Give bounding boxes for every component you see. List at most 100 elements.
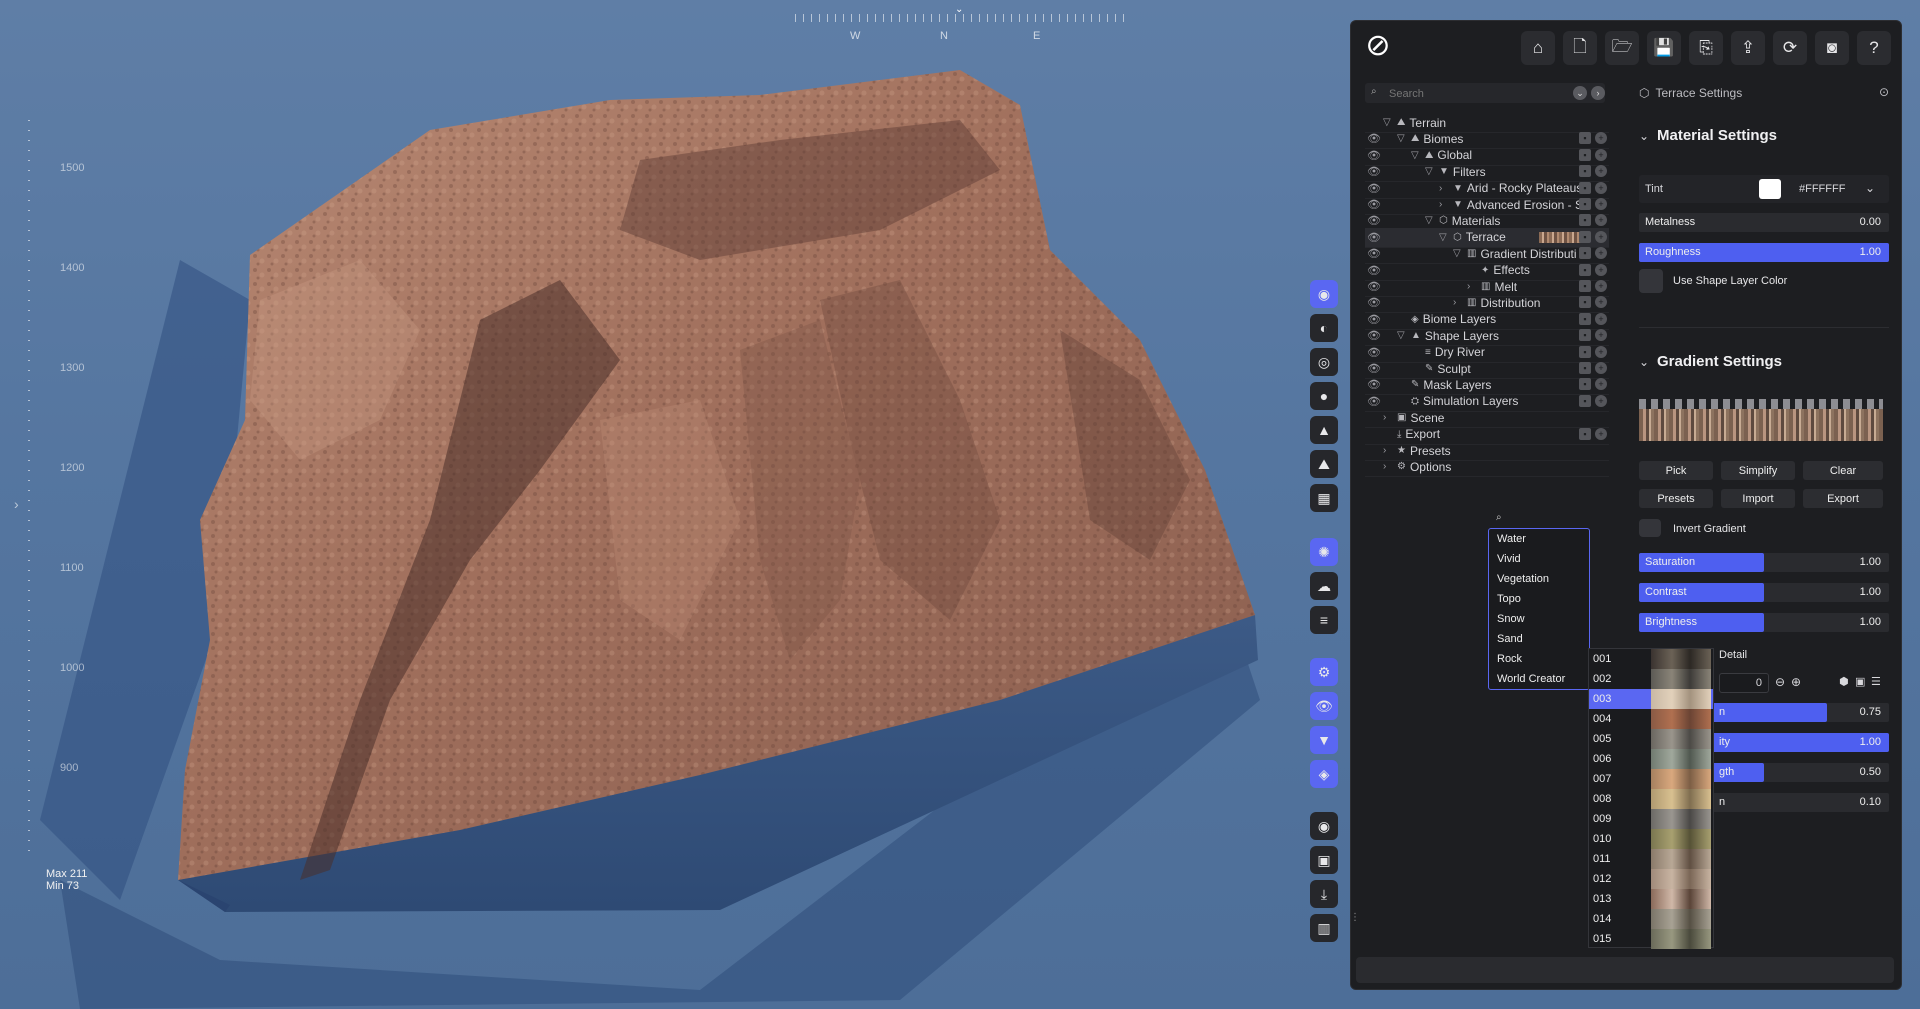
new-file-icon[interactable]: 🗋 [1563, 31, 1597, 65]
eye-icon[interactable]: 👁 [1365, 165, 1383, 178]
metalness-slider[interactable]: Metalness 0.00 [1639, 213, 1889, 232]
swatch-option[interactable]: 007 [1589, 769, 1713, 789]
preset-option[interactable]: Rock [1497, 653, 1522, 665]
folder-icon[interactable]: ▪ [1579, 280, 1591, 292]
add-icon[interactable]: + [1595, 230, 1607, 243]
roughness-slider[interactable]: Roughness 1.00 [1639, 243, 1889, 262]
weather-tool-icon[interactable]: ☁ [1310, 572, 1338, 600]
swatch-option[interactable]: 003 [1589, 689, 1713, 709]
next-icon[interactable]: › [1591, 86, 1605, 100]
swatch-option[interactable]: 009 [1589, 809, 1713, 829]
sync-icon[interactable]: ⟳ [1773, 31, 1807, 65]
swatch-option[interactable]: 012 [1589, 869, 1713, 889]
swatch-option[interactable]: 013 [1589, 889, 1713, 909]
mountain-tool-icon[interactable]: ▲ [1310, 416, 1338, 444]
help-icon[interactable]: ? [1857, 31, 1891, 65]
eye-icon[interactable]: 👁 [1365, 362, 1383, 375]
terrain-tool-icon[interactable]: ◉ [1310, 280, 1338, 308]
simplify-button[interactable]: Simplify [1721, 461, 1795, 480]
resize-grip-icon[interactable]: ⋮ [1350, 912, 1360, 932]
swatch-option[interactable]: 006 [1589, 749, 1713, 769]
preset-option[interactable]: Vivid [1497, 553, 1521, 565]
swatch-option[interactable]: 001 [1589, 649, 1713, 669]
eye-icon[interactable]: 👁 [1365, 231, 1383, 244]
add-icon[interactable]: + [1595, 362, 1607, 374]
saturation-slider[interactable]: Saturation 1.00 [1639, 553, 1889, 572]
expand-caret-icon[interactable]: › [1383, 461, 1397, 472]
expand-caret-icon[interactable]: ▽ [1425, 215, 1439, 226]
preset-option[interactable]: Topo [1497, 593, 1521, 605]
expand-caret-icon[interactable]: › [1453, 297, 1467, 308]
folder-icon[interactable]: ▪ [1579, 394, 1591, 407]
add-icon[interactable]: + [1595, 247, 1607, 260]
home-icon[interactable]: ⌂ [1521, 31, 1555, 65]
expand-caret-icon[interactable]: ▽ [1397, 133, 1411, 144]
add-icon[interactable]: + [1595, 181, 1607, 194]
detail-input[interactable]: 0 [1719, 673, 1769, 693]
open-folder-icon[interactable]: 🗁 [1605, 31, 1639, 65]
clear-button[interactable]: Clear [1803, 461, 1883, 480]
save-small-icon[interactable]: ▣ [1855, 675, 1865, 688]
folder-icon[interactable]: ▪ [1579, 312, 1591, 325]
add-icon[interactable]: + [1595, 148, 1607, 161]
add-icon[interactable]: + [1595, 165, 1607, 178]
expand-caret-icon[interactable]: ▽ [1453, 248, 1467, 259]
sun-tool-icon[interactable]: ✺ [1310, 538, 1338, 566]
folder-icon[interactable]: ▪ [1579, 165, 1591, 178]
swatch-option[interactable]: 011 [1589, 849, 1713, 869]
tint-swatch[interactable] [1759, 179, 1781, 199]
save-icon[interactable]: 💾 [1647, 31, 1681, 65]
expand-caret-icon[interactable]: › [1383, 412, 1397, 423]
export-button[interactable]: Export [1803, 489, 1883, 508]
folder-icon[interactable]: ▪ [1579, 132, 1591, 145]
plus-icon[interactable]: ⊕ [1791, 675, 1801, 689]
swatch-option[interactable]: 015 [1589, 929, 1713, 949]
add-icon[interactable]: + [1595, 214, 1607, 227]
preset-option[interactable]: World Creator [1497, 673, 1565, 685]
water-drop-tool-icon[interactable]: ● [1310, 382, 1338, 410]
folder-icon[interactable]: ▪ [1579, 230, 1591, 243]
pick-button[interactable]: Pick [1639, 461, 1713, 480]
eye-icon[interactable]: 👁 [1365, 296, 1383, 309]
chevron-down-icon[interactable]: ⌄ [1865, 181, 1875, 195]
folder-icon[interactable]: ▪ [1579, 148, 1591, 161]
gradient-preview[interactable] [1639, 409, 1883, 441]
expand-caret-icon[interactable]: ▽ [1383, 117, 1397, 128]
grid-tool-icon[interactable]: ▦ [1310, 484, 1338, 512]
folder-icon[interactable]: ▪ [1579, 198, 1591, 210]
add-icon[interactable]: + [1595, 198, 1607, 210]
stack-small-icon[interactable]: ☰ [1871, 675, 1881, 688]
gradient-stops[interactable] [1639, 399, 1883, 409]
swatch-option[interactable]: 002 [1589, 669, 1713, 689]
settings-gear-tool-icon[interactable]: ⚙ [1310, 658, 1338, 686]
landscape-tool-icon[interactable]: ⛰ [1310, 450, 1338, 478]
folder-icon[interactable]: ▪ [1579, 329, 1591, 342]
add-icon[interactable]: + [1595, 280, 1607, 292]
expand-caret-icon[interactable]: › [1439, 199, 1453, 210]
eye-icon[interactable]: 👁 [1365, 346, 1383, 359]
sediment-tool-icon[interactable]: ◎ [1310, 348, 1338, 376]
gradient-section-caret-icon[interactable]: ⌄ [1639, 355, 1649, 369]
eye-icon[interactable]: 👁 [1365, 247, 1383, 260]
collapse-icon[interactable]: ⌄ [1573, 86, 1587, 100]
eye-icon[interactable]: 👁 [1365, 395, 1383, 408]
swatch-option[interactable]: 014 [1589, 909, 1713, 929]
add-icon[interactable]: + [1595, 312, 1607, 325]
download-tool-icon[interactable]: ⤓ [1310, 880, 1338, 908]
expand-caret-icon[interactable]: › [1439, 183, 1453, 194]
folder-icon[interactable]: ▪ [1579, 181, 1591, 194]
swatch-option[interactable]: 004 [1589, 709, 1713, 729]
folder-icon[interactable]: ▪ [1579, 296, 1591, 309]
reset-icon[interactable]: ⊙ [1879, 85, 1889, 99]
preset-option[interactable]: Water [1497, 533, 1526, 545]
3d-viewport[interactable]: 1500 1400 1300 1200 1100 1000 900 Max 21… [0, 0, 1340, 1009]
export-icon[interactable]: ⇪ [1731, 31, 1765, 65]
folder-icon[interactable]: ▪ [1579, 247, 1591, 260]
use-shape-color-checkbox[interactable] [1639, 269, 1663, 293]
expand-caret-icon[interactable]: ▽ [1397, 330, 1411, 341]
swatch-option[interactable]: 005 [1589, 729, 1713, 749]
add-icon[interactable]: + [1595, 378, 1607, 391]
eye-icon[interactable]: 👁 [1365, 149, 1383, 162]
folder-icon[interactable]: ▪ [1579, 427, 1591, 440]
expand-left-icon[interactable]: › [14, 496, 19, 512]
